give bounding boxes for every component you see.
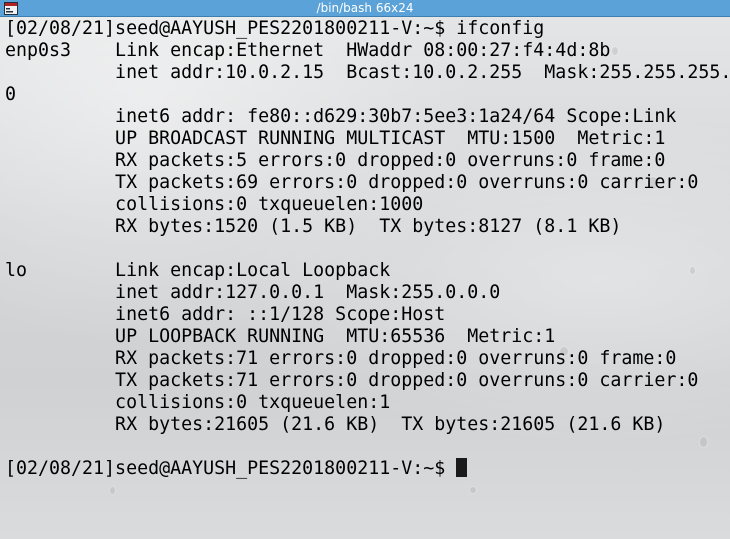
terminal-line: inet addr:127.0.0.1 Mask:255.0.0.0 bbox=[5, 282, 501, 303]
terminal-area[interactable]: [02/08/21]seed@AAYUSH_PES2201800211-V:~$… bbox=[0, 17, 730, 539]
background-droplet bbox=[110, 487, 115, 494]
title-bar[interactable]: /bin/bash 66x24 bbox=[0, 0, 730, 17]
terminal-line: UP BROADCAST RUNNING MULTICAST MTU:1500 … bbox=[5, 128, 666, 149]
terminal-line: TX packets:69 errors:0 dropped:0 overrun… bbox=[5, 172, 699, 193]
terminal-line: inet6 addr: ::1/128 Scope:Host bbox=[5, 304, 446, 325]
terminal-line: collisions:0 txqueuelen:1000 bbox=[5, 194, 424, 215]
background-droplet bbox=[470, 487, 476, 493]
terminal-line: collisions:0 txqueuelen:1 bbox=[5, 392, 391, 413]
terminal-line: 0 bbox=[5, 84, 17, 105]
terminal-line: RX packets:5 errors:0 dropped:0 overruns… bbox=[5, 150, 666, 171]
terminal-line: RX bytes:21605 (21.6 KB) TX bytes:21605 … bbox=[5, 414, 666, 435]
shell-prompt: [02/08/21]seed@AAYUSH_PES2201800211-V:~$ bbox=[5, 458, 457, 479]
terminal-output: [02/08/21]seed@AAYUSH_PES2201800211-V:~$… bbox=[5, 18, 730, 480]
text-cursor bbox=[456, 458, 468, 477]
terminal-line: TX packets:71 errors:0 dropped:0 overrun… bbox=[5, 370, 699, 391]
terminal-line: [02/08/21]seed@AAYUSH_PES2201800211-V:~$… bbox=[5, 18, 545, 39]
terminal-line: UP LOOPBACK RUNNING MTU:65536 Metric:1 bbox=[5, 326, 556, 347]
terminal-line: RX packets:71 errors:0 dropped:0 overrun… bbox=[5, 348, 677, 369]
window-title: /bin/bash 66x24 bbox=[316, 1, 414, 15]
terminal-line: lo Link encap:Local Loopback bbox=[5, 260, 391, 281]
prompt-line[interactable]: [02/08/21]seed@AAYUSH_PES2201800211-V:~$ bbox=[5, 458, 730, 480]
terminal-line: inet addr:10.0.2.15 Bcast:10.0.2.255 Mas… bbox=[5, 62, 730, 83]
terminal-line: RX bytes:1520 (1.5 KB) TX bytes:8127 (8.… bbox=[5, 216, 622, 237]
terminal-window: /bin/bash 66x24 [02/08/21]seed@AAYUSH_PE… bbox=[0, 0, 730, 539]
terminal-line: enp0s3 Link encap:Ethernet HWaddr 08:00:… bbox=[5, 40, 611, 61]
terminal-line: inet6 addr: fe80::d629:30b7:5ee3:1a24/64… bbox=[5, 106, 677, 127]
